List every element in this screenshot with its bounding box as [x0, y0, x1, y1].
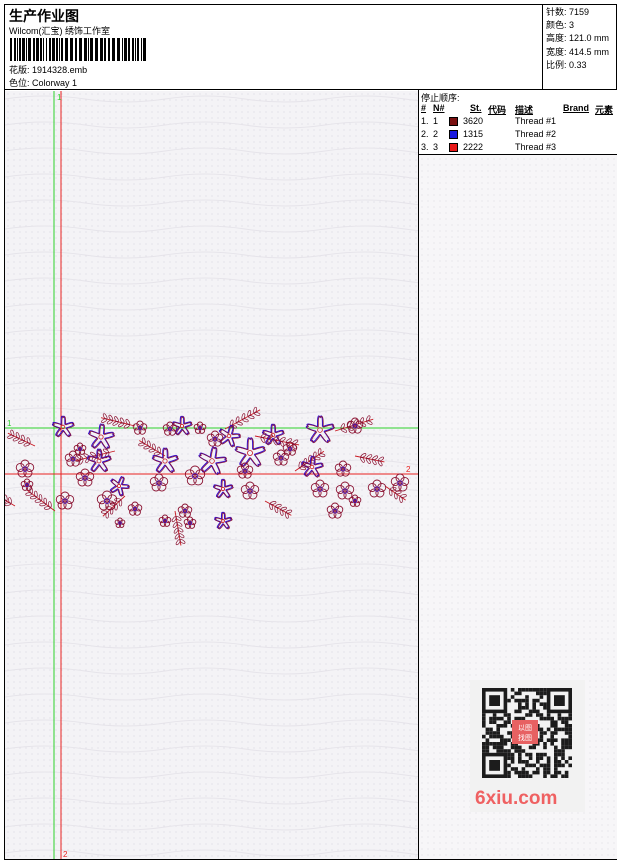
colorway-label: 色位: — [9, 78, 30, 88]
barcode — [10, 38, 146, 61]
flower-motif — [109, 476, 130, 497]
blossom-motif — [127, 501, 143, 516]
blossom-motif — [64, 450, 82, 467]
color-swatch — [449, 130, 458, 139]
guide-label: 2 — [63, 850, 68, 859]
color-swatch — [449, 117, 458, 126]
stat-stitches: 针数: 7159 — [546, 7, 590, 17]
blossom-motif — [73, 442, 87, 455]
flower-motif — [151, 447, 179, 474]
blossom-motif — [367, 479, 387, 498]
table-row[interactable]: 2. 2 1315 Thread #2 — [419, 128, 617, 141]
leaf-sprig — [25, 487, 56, 512]
blossom-motif — [206, 430, 224, 447]
guide-label: 2 — [406, 465, 411, 474]
col-header-st: St. — [470, 103, 482, 113]
col-header-n: N# — [433, 103, 445, 113]
color-swatch — [449, 143, 458, 152]
stat-height: 高度: 121.0 mm — [546, 33, 610, 44]
guide-label: 1 — [7, 419, 12, 428]
blossom-motif — [348, 494, 362, 507]
stats-panel: 针数: 7159 颜色: 3 高度: 121.0 mm 宽度: 414.5 mm… — [542, 4, 617, 90]
flower-motif — [213, 511, 233, 530]
stop-sequence-table: 停止顺序: # N# St. 代码 描述 Brand 元素 1. 1 3620 … — [419, 90, 617, 155]
leaf-sprig — [100, 413, 136, 429]
header-panel: 生产作业图 Wilcom(汇宝) 绣饰工作室 花版: 1914328.emb 色… — [4, 4, 617, 90]
leaf-sprig — [5, 494, 16, 507]
flower-motif — [212, 478, 234, 499]
leaf-sprig — [7, 429, 36, 447]
page-title: 生产作业图 — [9, 9, 79, 25]
embroidery-preview: 1 1 2 2 — [5, 91, 418, 859]
blossom-motif — [158, 514, 172, 527]
svg-text:找图: 找图 — [518, 733, 532, 742]
blossom-motif — [326, 502, 344, 519]
svg-text:以图: 以图 — [518, 724, 532, 732]
design-canvas[interactable]: 1 1 2 2 — [5, 91, 418, 859]
blossom-motif — [55, 491, 75, 510]
table-row[interactable]: 1. 1 3620 Thread #1 — [419, 115, 617, 128]
studio-name: Wilcom(汇宝) 绣饰工作室 — [9, 26, 110, 36]
blossom-motif — [75, 468, 95, 487]
blossom-motif — [20, 478, 34, 491]
colorway-row: 色位: Colorway 1 — [9, 76, 77, 89]
blossom-motif — [96, 490, 118, 511]
stat-colors: 颜色: 3 — [546, 20, 575, 31]
col-header-index: # — [421, 103, 427, 113]
flower-motif — [305, 415, 335, 444]
blossom-motif — [183, 516, 197, 529]
watermark-text: 6xiu.com — [475, 788, 558, 809]
design-file-row: 花版: 1914328.emb — [9, 63, 87, 76]
blossom-motif — [177, 503, 193, 518]
design-value: 1914328.emb — [32, 65, 88, 75]
blossom-motif — [272, 449, 290, 466]
qr-watermark: 以图 找图 6xiu.com — [470, 680, 585, 812]
flower-motif — [234, 437, 266, 467]
colorway-value: Colorway 1 — [32, 78, 78, 88]
col-header-brand: Brand — [563, 103, 590, 113]
leaf-sprig — [264, 500, 293, 519]
stat-width: 宽度: 414.5 mm — [546, 46, 610, 57]
table-row[interactable]: 3. 3 2222 Thread #3 — [419, 141, 617, 154]
stat-scale: 比例: 0.33 — [546, 59, 587, 70]
flower-motif — [51, 415, 75, 438]
leaf-sprig — [138, 437, 166, 457]
blossom-motif — [114, 517, 126, 528]
blossom-motif — [335, 481, 355, 500]
design-label: 花版: — [9, 65, 30, 75]
guide-label: 1 — [57, 93, 62, 102]
